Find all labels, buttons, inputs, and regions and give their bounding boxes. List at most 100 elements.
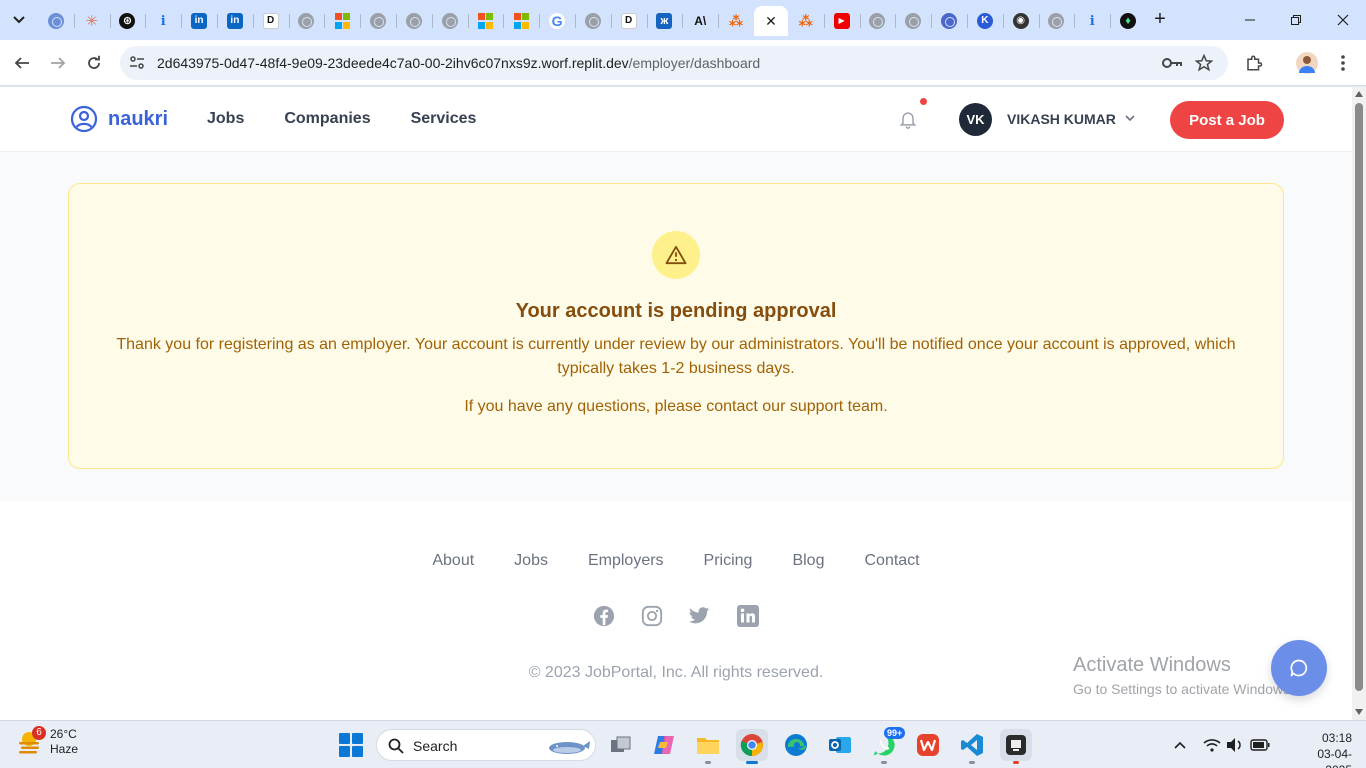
browser-tab[interactable] — [574, 6, 611, 36]
browser-tab[interactable] — [288, 6, 325, 36]
battery-status[interactable] — [1250, 735, 1270, 755]
start-button[interactable] — [339, 733, 363, 757]
browser-tab[interactable]: A\ — [682, 6, 718, 36]
taskbar-search[interactable]: Search — [376, 729, 596, 761]
url-text[interactable]: 2d643975-0d47-48f4-9e09-23deede4c7a0-00-… — [157, 55, 760, 71]
post-job-button[interactable]: Post a Job — [1170, 101, 1284, 139]
browser-tab[interactable]: in — [216, 6, 253, 36]
browser-tab[interactable] — [1038, 6, 1075, 36]
restore-button[interactable] — [1284, 8, 1308, 32]
user-avatar[interactable]: VK — [959, 103, 992, 136]
nav-services[interactable]: Services — [411, 110, 477, 128]
browser-tab[interactable]: ⊛ — [109, 6, 146, 36]
taskbar-edge[interactable] — [780, 729, 812, 761]
profile-icon — [1299, 56, 1315, 73]
scrollbar-thumb[interactable] — [1355, 103, 1363, 691]
password-key-icon[interactable] — [1162, 55, 1182, 76]
footer-link-jobs[interactable]: Jobs — [514, 552, 548, 570]
forward-button[interactable] — [47, 52, 69, 74]
taskbar-copilot[interactable] — [648, 729, 680, 761]
reload-button[interactable] — [83, 52, 105, 74]
taskbar-chrome[interactable] — [736, 729, 768, 764]
close-window-button[interactable] — [1331, 8, 1355, 32]
browser-tab[interactable] — [324, 6, 360, 36]
browser-tab[interactable] — [859, 6, 896, 36]
terminal-app-icon — [1006, 735, 1026, 755]
alert-contact-note: If you have any questions, please contac… — [464, 398, 888, 415]
browser-tab[interactable] — [395, 6, 432, 36]
footer-link-about[interactable]: About — [432, 552, 474, 570]
browser-tab[interactable]: ⁂ — [788, 6, 824, 36]
browser-tab[interactable] — [467, 6, 504, 36]
bookmark-star-icon[interactable] — [1194, 53, 1214, 77]
instagram-icon[interactable] — [640, 604, 664, 628]
chat-button[interactable] — [1271, 640, 1327, 696]
extensions-button[interactable] — [1243, 52, 1265, 74]
taskbar-outlook[interactable] — [824, 729, 856, 761]
chevron-down-icon[interactable] — [1124, 112, 1136, 124]
tab-search-button[interactable] — [8, 9, 30, 31]
footer-link-contact[interactable]: Contact — [864, 552, 919, 570]
taskbar-task-view[interactable] — [605, 729, 637, 761]
browser-tab[interactable]: ⁂ — [718, 6, 754, 36]
scroll-down-arrow-icon[interactable] — [1355, 709, 1363, 715]
browser-tab[interactable] — [503, 6, 539, 36]
show-hidden-icons-button[interactable] — [1170, 735, 1190, 755]
browser-tab[interactable]: ◉ — [1002, 6, 1039, 36]
linkedin-icon[interactable] — [736, 604, 760, 628]
browser-tab[interactable] — [895, 6, 931, 36]
browser-tab[interactable]: K — [966, 6, 1003, 36]
browser-tab-active[interactable]: ✕ — [753, 6, 788, 36]
new-tab-button[interactable]: + — [1150, 9, 1170, 30]
footer-link-employers[interactable]: Employers — [588, 552, 664, 570]
browser-tab[interactable]: i — [145, 6, 181, 36]
youtube-icon: ▶ — [833, 13, 850, 29]
browser-tab[interactable] — [431, 6, 468, 36]
browser-tab[interactable]: i — [1074, 6, 1110, 36]
profile-avatar[interactable] — [1296, 52, 1318, 74]
browser-tab[interactable]: D — [252, 6, 289, 36]
site-logo[interactable]: naukri — [70, 105, 168, 133]
openai-icon: ⊛ — [119, 13, 136, 29]
weather-widget[interactable]: 6 26°C Haze — [16, 726, 78, 757]
browser-tab[interactable]: ▶ — [823, 6, 860, 36]
facebook-icon[interactable] — [592, 604, 616, 628]
browser-tab[interactable] — [360, 6, 396, 36]
site-settings-icon[interactable] — [129, 55, 145, 76]
footer-link-blog[interactable]: Blog — [792, 552, 824, 570]
copilot-icon — [654, 736, 674, 754]
back-button[interactable] — [11, 52, 33, 74]
browser-tab[interactable]: ж — [646, 6, 683, 36]
user-name[interactable]: VIKASH KUMAR — [1007, 111, 1116, 127]
bell-icon[interactable] — [898, 109, 918, 129]
browser-tab[interactable]: ✳ — [73, 6, 110, 36]
taskbar-file-explorer[interactable] — [692, 729, 724, 764]
close-icon[interactable]: ✕ — [763, 13, 779, 29]
browser-tab[interactable]: ♦ — [1110, 6, 1146, 36]
page-scrollbar[interactable] — [1352, 87, 1366, 720]
browser-tab[interactable]: D — [610, 6, 647, 36]
taskbar-wps-office[interactable] — [912, 729, 944, 761]
browser-tab[interactable]: in — [181, 6, 217, 36]
volume-status[interactable] — [1225, 735, 1245, 755]
footer-link-pricing[interactable]: Pricing — [704, 552, 753, 570]
address-bar[interactable]: 2d643975-0d47-48f4-9e09-23deede4c7a0-00-… — [120, 46, 1228, 80]
taskbar-whatsapp[interactable]: 99+ — [868, 727, 906, 764]
chrome-menu-button[interactable] — [1332, 52, 1354, 74]
browser-tab[interactable] — [931, 6, 967, 36]
nav-jobs[interactable]: Jobs — [207, 110, 244, 128]
system-clock[interactable]: 03:18 03-04-2025 — [1296, 730, 1352, 768]
wifi-status[interactable] — [1202, 735, 1222, 755]
minimize-button[interactable] — [1238, 8, 1262, 32]
nav-companies[interactable]: Companies — [284, 110, 370, 128]
taskbar-screen-app[interactable] — [1000, 729, 1032, 764]
taskbar-vscode[interactable] — [956, 729, 988, 764]
speaker-icon — [1227, 738, 1241, 752]
app-running-indicator — [881, 761, 887, 764]
twitter-icon[interactable] — [688, 604, 712, 628]
browser-tab[interactable] — [38, 6, 74, 36]
browser-tab[interactable]: G — [539, 6, 575, 36]
haze-weather-icon: 6 — [16, 726, 46, 756]
scroll-up-arrow-icon[interactable] — [1355, 91, 1363, 97]
globe-blue-icon — [47, 13, 64, 29]
